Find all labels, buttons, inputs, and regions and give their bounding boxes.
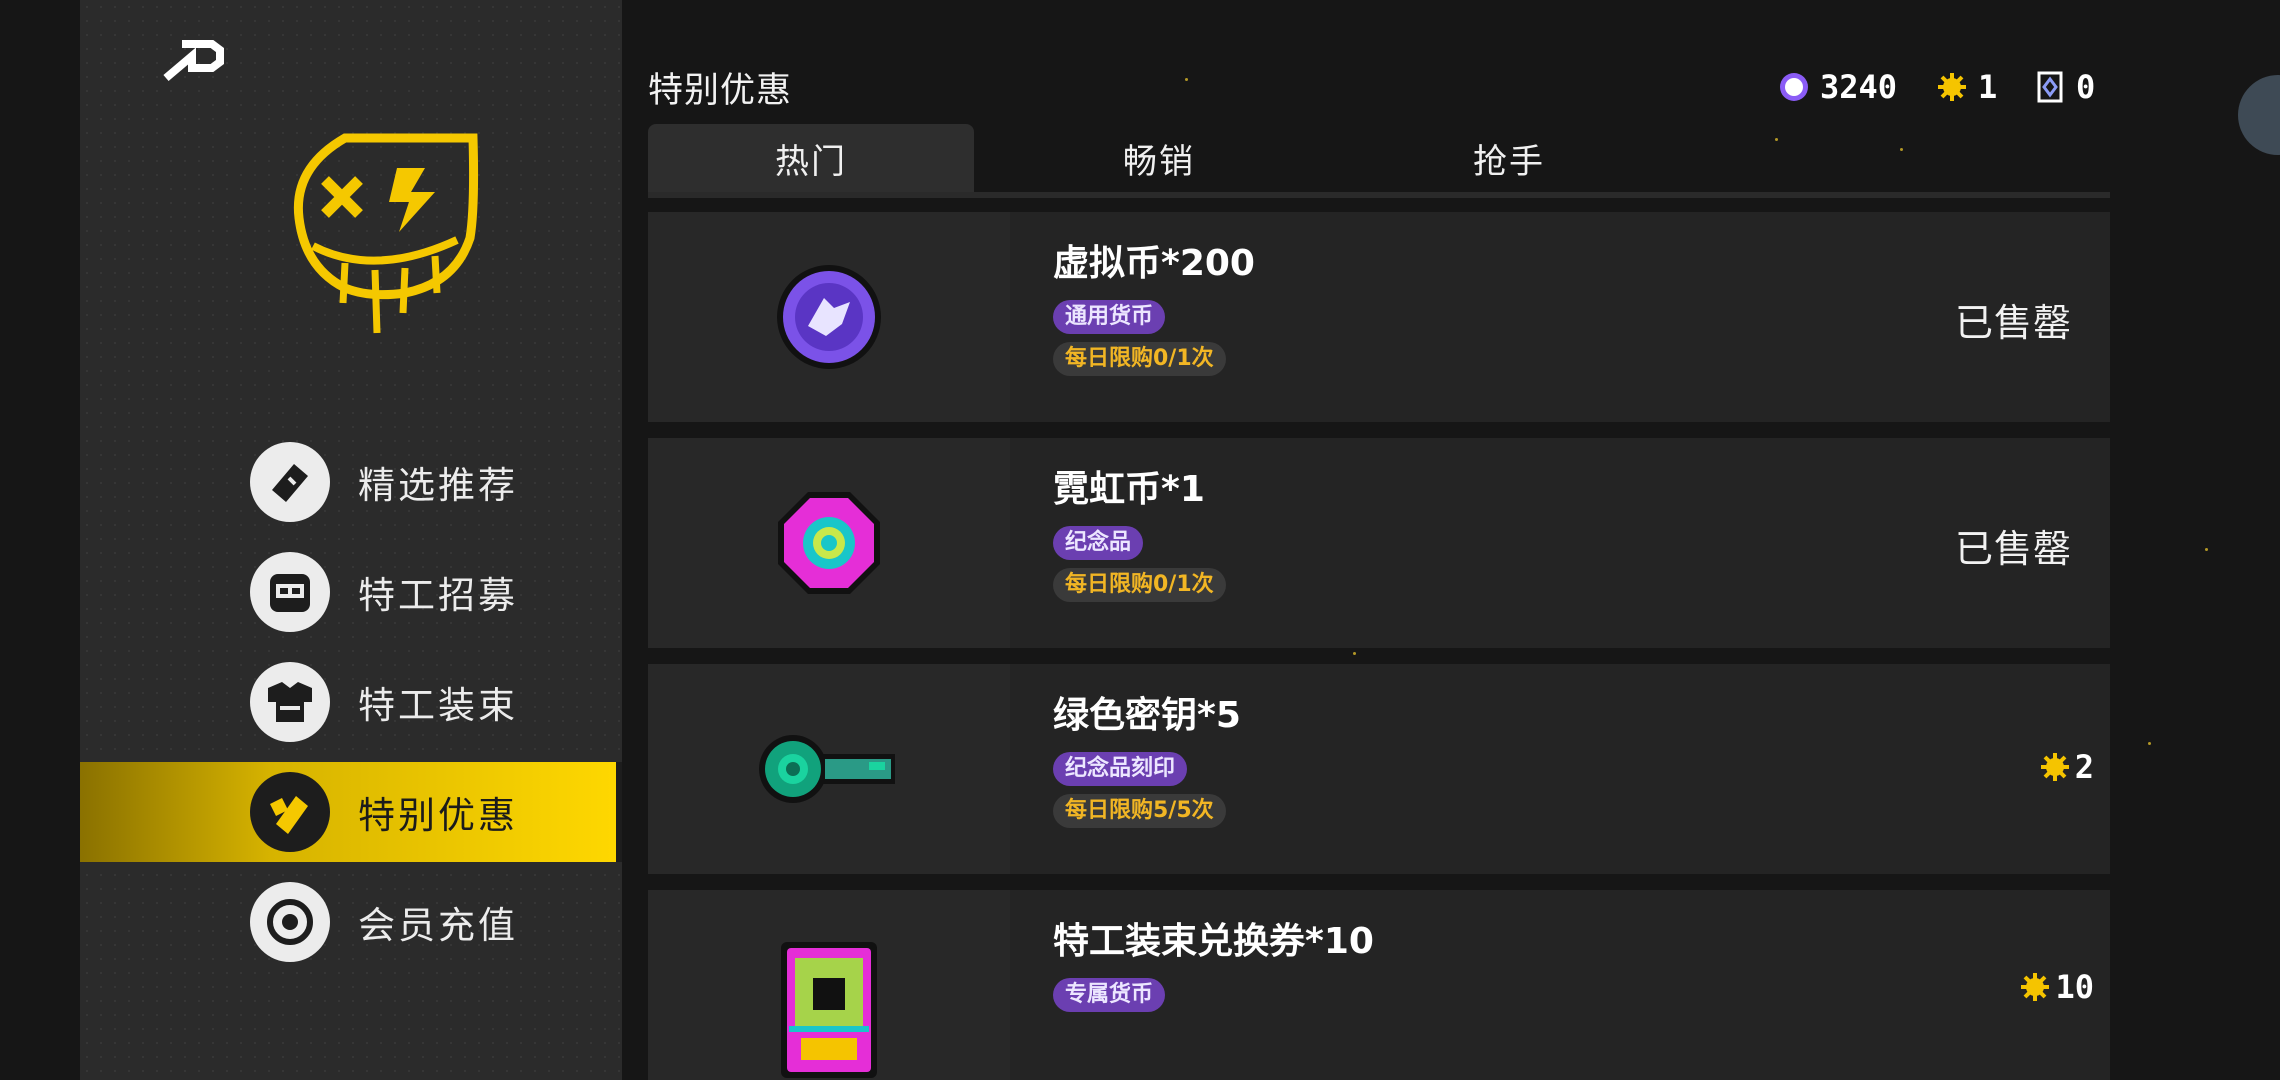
list-item[interactable]: 绿色密钥*5 纪念品刻印 每日限购5/5次 2 (648, 664, 2110, 874)
currency-virtual-coin[interactable]: 3240 (1778, 62, 1897, 112)
sold-out-label: 已售罄 (1954, 527, 2072, 571)
item-limit: 每日限购0/1次 (1053, 568, 1226, 602)
sidebar-nav: 精选推荐 特工招募 特工装束 特别优惠 会员充值 (80, 432, 622, 982)
item-thumbnail (648, 890, 1010, 1080)
outfit-voucher-icon (781, 942, 877, 1078)
list-item[interactable]: 特工装束兑换券*10 专属货币 10 (648, 890, 2110, 1080)
item-tag: 专属货币 (1053, 978, 1166, 1012)
item-name: 霓虹币*1 (1053, 469, 1205, 510)
price-button[interactable]: 2 (2039, 748, 2094, 786)
tab-bar: 热门 畅销 抢手 (648, 124, 2110, 198)
currency-value: 0 (2076, 68, 2096, 106)
discount-tag-icon (250, 772, 330, 852)
currency-ticket[interactable]: 0 (2034, 62, 2095, 112)
currency-value: 3240 (1820, 68, 1898, 106)
item-name: 虚拟币*200 (1053, 243, 1255, 284)
back-button[interactable] (162, 34, 232, 84)
gold-gear-icon (2039, 751, 2071, 783)
sidebar-item-label: 特别优惠 (358, 794, 518, 837)
price-value: 2 (2074, 748, 2094, 786)
sidebar-item-outfit[interactable]: 特工装束 (80, 652, 622, 752)
outfit-icon (250, 662, 330, 742)
price-button[interactable]: 10 (2019, 968, 2094, 1006)
virtual-coin-icon (1778, 71, 1810, 103)
item-limit: 每日限购0/1次 (1053, 342, 1226, 376)
item-tag: 通用货币 (1053, 300, 1166, 334)
sidebar: 精选推荐 特工招募 特工装束 特别优惠 会员充值 (80, 0, 622, 1080)
help-icon[interactable] (2238, 75, 2280, 155)
sidebar-item-label: 特工装束 (358, 684, 518, 727)
ticket-icon (2034, 71, 2066, 103)
tab-popular[interactable]: 抢手 (1346, 124, 1672, 192)
currency-value: 1 (1978, 68, 1998, 106)
sidebar-item-special-offer[interactable]: 特别优惠 (80, 762, 622, 862)
tab-hot[interactable]: 热门 (648, 124, 974, 192)
currency-gold[interactable]: 1 (1936, 62, 1997, 112)
item-tag: 纪念品 (1053, 526, 1144, 560)
sidebar-item-label: 会员充值 (358, 904, 518, 947)
brand-logo (285, 128, 485, 358)
agent-face-icon (250, 552, 330, 632)
item-thumbnail (648, 438, 1010, 648)
coin-icon (250, 882, 330, 962)
green-key-icon (759, 735, 895, 803)
back-arrow-icon (163, 40, 224, 82)
item-thumbnail (648, 664, 1010, 874)
sidebar-item-featured[interactable]: 精选推荐 (80, 432, 622, 532)
list-item[interactable]: 霓虹币*1 纪念品 每日限购0/1次 已售罄 (648, 438, 2110, 648)
gold-gear-icon (1936, 71, 1968, 103)
sidebar-item-label: 特工招募 (358, 574, 518, 617)
item-name: 特工装束兑换券*10 (1053, 921, 1374, 962)
virtual-coin-icon (777, 265, 881, 369)
item-limit: 每日限购5/5次 (1053, 794, 1226, 828)
neon-coin-icon (778, 492, 880, 594)
tab-bestseller[interactable]: 畅销 (996, 124, 1322, 192)
list-item[interactable]: 虚拟币*200 通用货币 每日限购0/1次 已售罄 (648, 212, 2110, 422)
sidebar-item-recruit[interactable]: 特工招募 (80, 542, 622, 642)
sidebar-item-label: 精选推荐 (358, 464, 518, 507)
page-title: 特别优惠 (648, 71, 793, 111)
price-value: 10 (2055, 968, 2094, 1006)
sidebar-item-recharge[interactable]: 会员充值 (80, 872, 622, 972)
item-thumbnail (648, 212, 1010, 422)
sold-out-label: 已售罄 (1954, 301, 2072, 345)
gold-gear-icon (2019, 971, 2051, 1003)
item-name: 绿色密钥*5 (1053, 695, 1241, 736)
ticket-icon (250, 442, 330, 522)
item-tag: 纪念品刻印 (1053, 752, 1188, 786)
